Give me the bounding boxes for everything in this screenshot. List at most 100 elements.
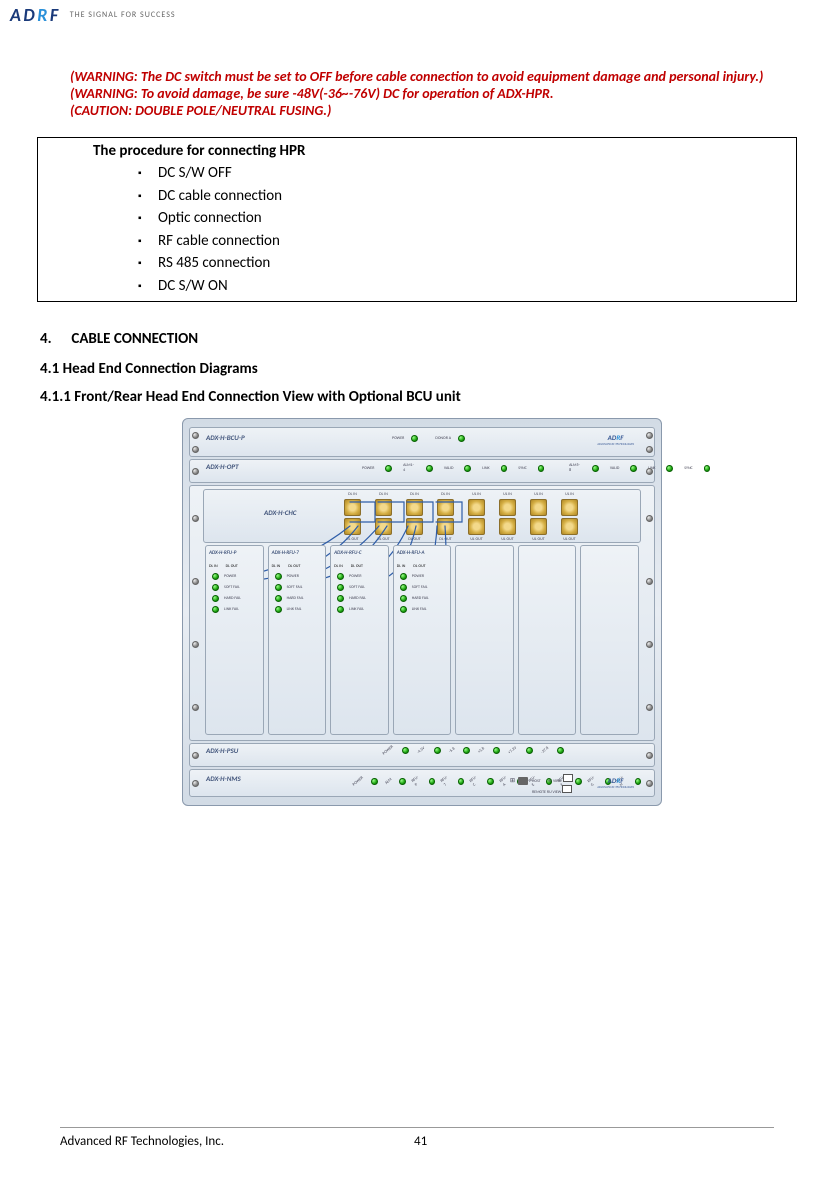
led-icon [275, 595, 282, 602]
port-icon [406, 499, 423, 516]
port-icon [344, 518, 361, 535]
led-label: HARD FAIL [349, 596, 366, 601]
led-label: +7.2V [508, 746, 518, 756]
procedure-item: DC S/W ON [138, 275, 796, 298]
led-label: HARD FAIL [224, 596, 241, 601]
led-icon [630, 465, 637, 472]
unit-rfu-empty [518, 545, 577, 735]
section-4-1-heading: 4.1 Head End Connection Diagrams [40, 360, 774, 378]
led-icon [337, 573, 344, 580]
led-icon [526, 747, 533, 754]
port-label: UL OUT [563, 537, 575, 542]
unit-label: ADX-H-OPT [206, 462, 239, 471]
port-label: DL OUT [377, 537, 389, 542]
port-icon [530, 499, 547, 516]
procedure-item: DC cable connection [138, 185, 796, 208]
unit-opt: ADX-H-OPT POWER ALM1-4 VALID LINK SYNC A… [189, 459, 655, 483]
brand-mark: ADRF ADVANCED RF TECHNOLOGIES [597, 777, 634, 790]
unit-rfu: ADX-H-RFU-7 DL IN DL OUT POWER SOFT FAIL… [268, 545, 327, 735]
footer-page: 41 [414, 1134, 427, 1149]
rfu-row: ADX-H-RFU-P DL IN DL OUT POWER SOFT FAIL… [205, 545, 639, 735]
led-icon [493, 747, 500, 754]
led-icon [458, 778, 464, 785]
section-4-heading: 4. CABLE CONNECTION [40, 330, 774, 348]
procedure-title: The procedure for connecting HPR [93, 142, 796, 160]
led-icon [557, 747, 564, 754]
led-icon [337, 595, 344, 602]
unit-psu: ADX-H-PSU POWER -4.5V -5.8 +5.8 +7.2V -2… [189, 743, 655, 767]
unit-rfu: ADX-H-RFU-C DL IN DL OUT POWER SOFT FAIL… [330, 545, 389, 735]
port-label: DL IN [379, 492, 388, 497]
led-icon [704, 465, 711, 472]
unit-rfu-empty [455, 545, 514, 735]
procedure-box: The procedure for connecting HPR DC S/W … [37, 137, 797, 302]
led-label: SOFT FAIL [224, 585, 240, 590]
led-icon [575, 778, 581, 785]
led-icon [538, 465, 545, 472]
led-icon [411, 435, 418, 442]
procedure-item: DC S/W OFF [138, 162, 796, 185]
led-label: SOFT FAIL [349, 585, 365, 590]
adrf-logo: ADRF [10, 4, 60, 26]
warning-3: (CAUTION: DOUBLE POLE/NEUTRAL FUSING.) [70, 102, 774, 119]
led-icon [463, 747, 470, 754]
port-label: DL OUT [408, 537, 420, 542]
led-icon [275, 606, 282, 613]
led-label: SYNC [684, 466, 692, 471]
unit-label: ADX-H-NMS [206, 774, 241, 783]
unit-chassis: ADX-H-CHC DL INDL OUT DL INDL OUT DL IND… [189, 485, 655, 741]
led-label: LINK FAIL [287, 607, 302, 612]
port-label: DL IN [410, 492, 419, 497]
port-icon [561, 499, 578, 516]
led-label: SYNC [518, 466, 526, 471]
page-header: ADRF THE SIGNAL FOR SUCCESS [0, 0, 834, 28]
warning-block: (WARNING: The DC switch must be set to O… [70, 68, 774, 119]
port-label: DL OUT [439, 537, 451, 542]
led-label: RFU-7 [440, 774, 453, 787]
section-4-1-1-heading: 4.1.1 Front/Rear Head End Connection Vie… [40, 388, 774, 406]
port-icon [499, 499, 516, 516]
led-icon [402, 747, 409, 754]
unit-rfu: ADX-H-RFU-P DL IN DL OUT POWER SOFT FAIL… [205, 545, 264, 735]
led-label: ALM [384, 777, 393, 786]
led-icon [426, 465, 433, 472]
led-icon [371, 778, 377, 785]
led-label: DONOR A [435, 436, 451, 441]
port-icon [344, 499, 361, 516]
led-icon [212, 606, 219, 613]
port-sublabel: DL IN [209, 564, 218, 569]
led-icon [385, 465, 392, 472]
unit-label: ADX-H-RFU-C [334, 550, 385, 556]
led-icon [666, 465, 673, 472]
procedure-item: RS 485 connection [138, 252, 796, 275]
led-label: POWER [349, 574, 361, 579]
led-icon [212, 573, 219, 580]
port-label: DL IN [348, 492, 357, 497]
led-label: POWER [382, 745, 395, 757]
led-label: POWER [362, 466, 374, 471]
led-icon [337, 606, 344, 613]
led-label: POWER [287, 574, 299, 579]
port-icon [375, 499, 392, 516]
port-sublabel: DL OUT [288, 564, 300, 569]
port-icon [437, 518, 454, 535]
led-icon [429, 778, 435, 785]
port-sublabel: DL OUT [413, 564, 425, 569]
port-label: UL IN [503, 492, 512, 497]
warning-1: (WARNING: The DC switch must be set to O… [70, 68, 774, 85]
port-icon [561, 518, 578, 535]
procedure-list: DC S/W OFF DC cable connection Optic con… [138, 162, 796, 297]
led-icon [400, 573, 407, 580]
led-label: POWER [392, 436, 404, 441]
unit-chc: ADX-H-CHC DL INDL OUT DL INDL OUT DL IND… [203, 489, 641, 543]
screen-icon [562, 785, 572, 793]
led-label: SOFT FAIL [287, 585, 303, 590]
led-label: POWER [352, 775, 365, 787]
procedure-item: RF cable connection [138, 230, 796, 253]
port-icon [406, 518, 423, 535]
port-sublabel: DL IN [272, 564, 281, 569]
brand-mark: ADRF ADVANCED RF TECHNOLOGIES [597, 434, 634, 447]
procedure-item: Optic connection [138, 207, 796, 230]
unit-label: ADX-H-RFU-7 [272, 550, 323, 556]
led-label: VALID [444, 466, 454, 471]
